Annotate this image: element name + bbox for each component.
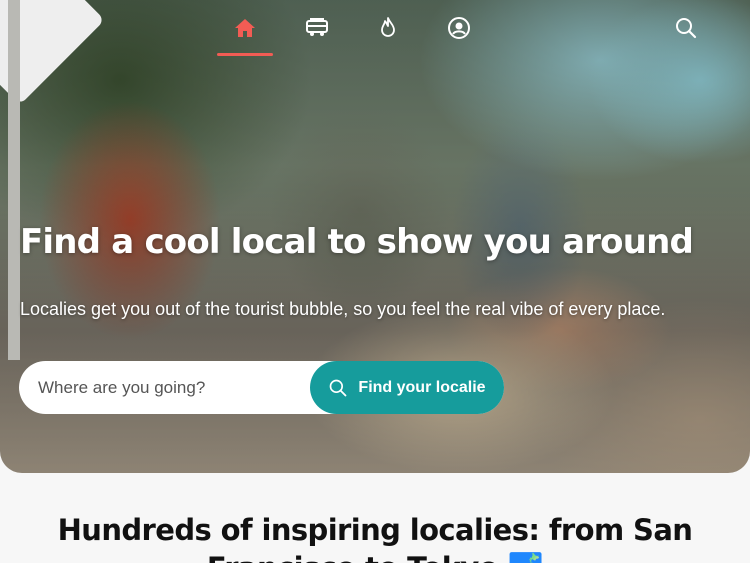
hero-subline: Localies get you out of the tourist bubb… — [20, 299, 666, 319]
nav-profile[interactable] — [445, 14, 473, 42]
bus-icon — [306, 18, 328, 36]
section-title: Hundreds of inspiring localies: from San… — [57, 513, 693, 563]
find-localie-label: Find your localie — [358, 378, 486, 396]
nav-active-indicator — [217, 53, 273, 56]
nav-bus[interactable] — [303, 14, 331, 42]
home-icon — [235, 19, 255, 37]
hero-headline: Find a cool local to show you around — [20, 222, 694, 262]
nav-home[interactable] — [231, 14, 259, 42]
top-navigation — [0, 0, 750, 60]
user-circle-icon — [448, 17, 470, 39]
search-icon — [330, 379, 347, 396]
flame-icon — [381, 17, 395, 37]
destination-input[interactable] — [19, 361, 319, 414]
search-icon — [676, 18, 697, 39]
search-bar: Find your localie — [19, 361, 504, 414]
find-localie-button[interactable]: Find your localie — [310, 361, 504, 414]
nav-search[interactable] — [672, 14, 700, 42]
nav-flame[interactable] — [374, 14, 402, 42]
